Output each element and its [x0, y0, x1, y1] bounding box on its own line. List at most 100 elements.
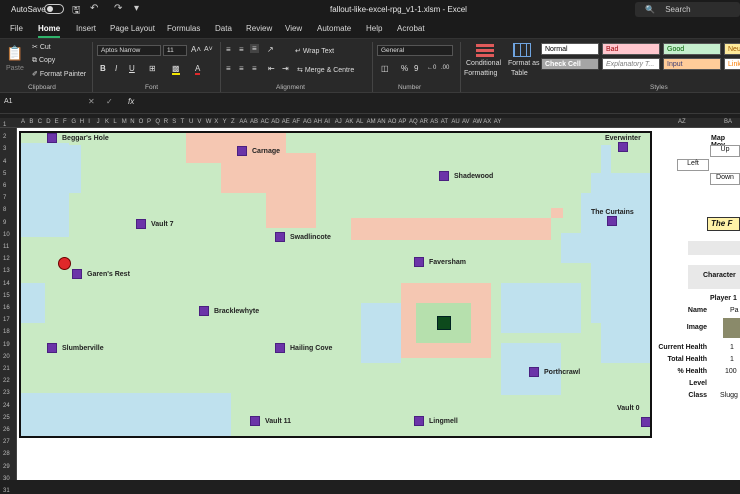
row-header[interactable]: 1: [3, 122, 6, 128]
style-normal[interactable]: Normal: [541, 43, 599, 55]
game-map[interactable]: Beggar's Hole Carnage Shadewood Everwint…: [19, 131, 652, 438]
orientation-icon[interactable]: ↗: [267, 45, 274, 54]
location-hailing-cove[interactable]: Hailing Cove: [275, 343, 332, 353]
column-header[interactable]: I: [88, 119, 90, 125]
paste-label[interactable]: Paste: [6, 65, 24, 72]
row-header[interactable]: 10: [3, 232, 10, 238]
column-header[interactable]: AG: [303, 119, 312, 125]
row-header[interactable]: 6: [3, 183, 6, 189]
row-header[interactable]: 14: [3, 281, 10, 287]
row-header[interactable]: 25: [3, 415, 10, 421]
increase-font-icon[interactable]: A˄: [191, 45, 201, 54]
column-header[interactable]: Z: [231, 119, 235, 125]
decrease-font-icon[interactable]: A˅: [204, 46, 213, 53]
column-header[interactable]: M: [122, 119, 127, 125]
column-header[interactable]: AD: [271, 119, 279, 125]
row-header[interactable]: 2: [3, 134, 6, 140]
row-header[interactable]: 27: [3, 439, 10, 445]
format-painter-button[interactable]: ✐ Format Painter: [32, 70, 86, 78]
column-header[interactable]: C: [38, 119, 42, 125]
underline-button[interactable]: U: [129, 64, 135, 73]
column-header[interactable]: V: [197, 119, 201, 125]
column-header[interactable]: T: [181, 119, 185, 125]
cut-button[interactable]: ✂ Cut: [32, 43, 51, 51]
location-slumberville[interactable]: Slumberville: [47, 343, 104, 353]
location-everwinter[interactable]: Everwinter: [605, 135, 641, 152]
borders-icon[interactable]: ⊞: [149, 64, 156, 73]
tab-help[interactable]: Help: [366, 24, 382, 33]
save-icon[interactable]: 🖫: [72, 3, 81, 20]
column-header[interactable]: J: [97, 119, 100, 125]
column-header[interactable]: N: [130, 119, 134, 125]
location-vault-0[interactable]: Vault 0: [617, 405, 644, 412]
align-middle-icon[interactable]: ≡: [239, 45, 244, 54]
column-header[interactable]: D: [46, 119, 50, 125]
comma-icon[interactable]: 9: [414, 64, 418, 73]
number-format-select[interactable]: General: [377, 45, 453, 56]
tab-insert[interactable]: Insert: [76, 24, 96, 33]
location-garens-rest[interactable]: Garen's Rest: [72, 269, 130, 279]
conditional-formatting-icon[interactable]: [476, 43, 494, 57]
row-header[interactable]: 4: [3, 159, 6, 165]
percent-icon[interactable]: %: [401, 64, 408, 73]
column-header[interactable]: AR: [420, 119, 428, 125]
format-as-table-button[interactable]: Format as: [508, 60, 540, 67]
row-header[interactable]: 24: [3, 403, 10, 409]
increase-decimal-icon[interactable]: ←0: [427, 65, 436, 71]
wrap-text-button[interactable]: ↵ Wrap Text: [295, 47, 334, 55]
column-header[interactable]: AP: [398, 119, 406, 125]
location-vault-7[interactable]: Vault 7: [136, 219, 174, 229]
row-header[interactable]: 28: [3, 451, 10, 457]
column-header[interactable]: W: [206, 119, 212, 125]
row-header[interactable]: 12: [3, 256, 10, 262]
format-as-table-icon[interactable]: [513, 43, 531, 57]
row-header[interactable]: 13: [3, 268, 10, 274]
location-swadlincote[interactable]: Swadlincote: [275, 232, 331, 242]
search-box[interactable]: 🔍 Search: [635, 2, 740, 17]
column-header[interactable]: R: [164, 119, 168, 125]
row-header[interactable]: 19: [3, 342, 10, 348]
style-bad[interactable]: Bad: [602, 43, 660, 55]
column-header[interactable]: AK: [345, 119, 353, 125]
column-header[interactable]: AQ: [409, 119, 418, 125]
location-the-curtains[interactable]: The Curtains: [591, 209, 634, 226]
column-header[interactable]: AN: [377, 119, 385, 125]
row-header[interactable]: 7: [3, 195, 6, 201]
column-header[interactable]: AA: [239, 119, 247, 125]
tab-file[interactable]: File: [10, 24, 23, 33]
column-header[interactable]: AL: [356, 119, 363, 125]
column-header[interactable]: S: [172, 119, 176, 125]
cancel-icon[interactable]: ✕: [88, 97, 95, 106]
style-explanatory[interactable]: Explanatory T...: [602, 58, 660, 70]
style-input[interactable]: Input: [663, 58, 721, 70]
undo-icon[interactable]: ↶: [90, 3, 98, 14]
align-bottom-icon[interactable]: ≡: [250, 44, 259, 53]
autosave-toggle[interactable]: [44, 4, 64, 14]
column-header[interactable]: F: [63, 119, 67, 125]
insert-function-icon[interactable]: fx: [128, 97, 134, 106]
column-header[interactable]: AV: [462, 119, 470, 125]
font-color-icon[interactable]: A: [195, 64, 201, 75]
tab-page-layout[interactable]: Page Layout: [110, 24, 155, 33]
style-neutral[interactable]: Neu: [724, 43, 740, 55]
column-header[interactable]: AM: [367, 119, 376, 125]
tab-formulas[interactable]: Formulas: [167, 24, 200, 33]
font-name-select[interactable]: Aptos Narrow: [97, 45, 161, 56]
column-header[interactable]: O: [139, 119, 144, 125]
row-header[interactable]: 22: [3, 378, 10, 384]
tab-view[interactable]: View: [285, 24, 302, 33]
row-header[interactable]: 29: [3, 464, 10, 470]
move-up-button[interactable]: Up: [710, 145, 740, 157]
row-header[interactable]: 15: [3, 293, 10, 299]
row-header[interactable]: 5: [3, 171, 6, 177]
column-header[interactable]: BA: [724, 119, 732, 125]
column-header[interactable]: AT: [441, 119, 448, 125]
column-header[interactable]: AO: [388, 119, 397, 125]
column-header[interactable]: L: [113, 119, 116, 125]
location-bracklewhyte[interactable]: Bracklewhyte: [199, 306, 259, 316]
location-carnage[interactable]: Carnage: [237, 146, 280, 156]
style-good[interactable]: Good: [663, 43, 721, 55]
column-header[interactable]: AW: [473, 119, 482, 125]
location-shadewood[interactable]: Shadewood: [439, 171, 493, 181]
style-linked[interactable]: Link: [724, 58, 740, 70]
